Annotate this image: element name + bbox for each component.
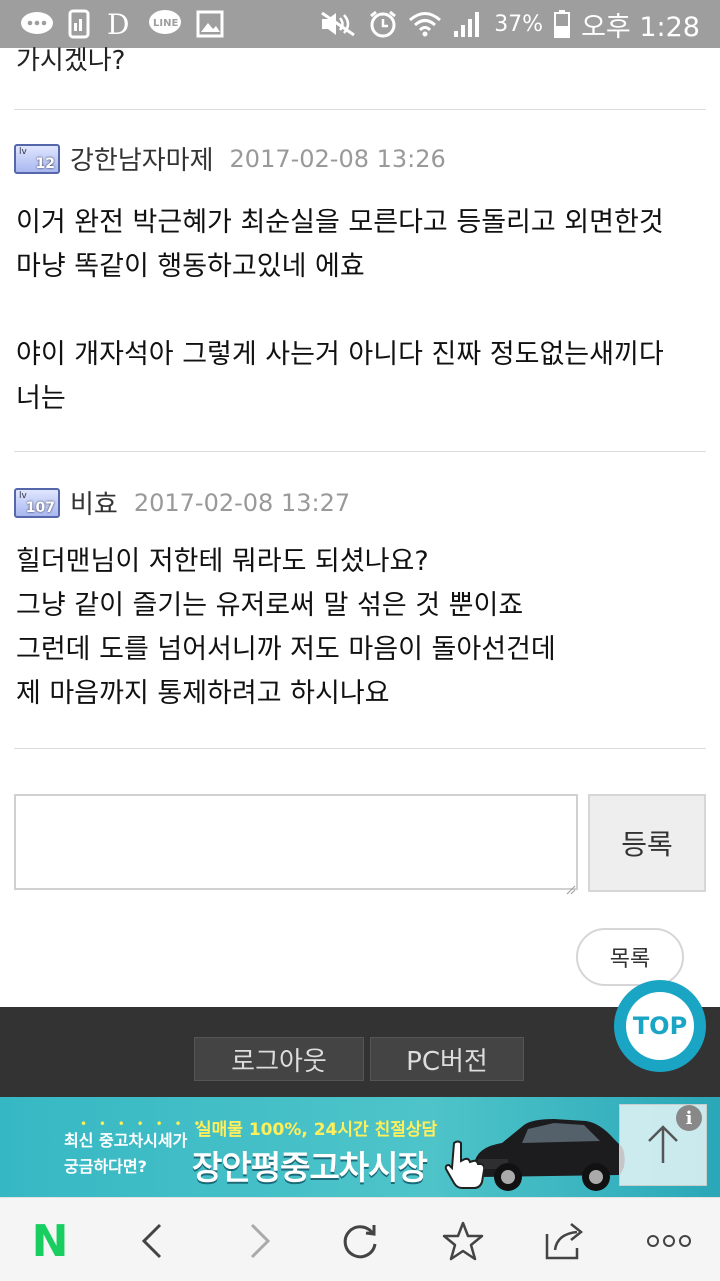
comment-nickname[interactable]: 강한남자마제	[70, 140, 214, 177]
status-time: 오후 1:28	[581, 11, 700, 43]
resize-grip-icon[interactable]	[566, 880, 576, 895]
svg-text:D: D	[107, 9, 129, 39]
car-image-icon	[468, 1103, 628, 1197]
chat-bubble-icon	[20, 10, 54, 38]
comment-header: lv 107 비효 2017-02-08 13:27	[14, 484, 350, 521]
pc-version-button[interactable]: PC버전	[370, 1037, 524, 1081]
share-icon[interactable]	[540, 1216, 590, 1266]
ad-info-icon[interactable]: i	[676, 1105, 702, 1131]
ad-text-line1: 최신 중고차시세가	[64, 1131, 188, 1150]
back-icon[interactable]	[128, 1216, 178, 1266]
comment-body: 힐더맨님이 저한테 뭐라도 되셨나요? 그냥 같이 즐기는 유저로써 말 섞은 …	[16, 546, 556, 709]
reload-icon[interactable]	[335, 1216, 385, 1266]
alarm-icon	[368, 9, 398, 39]
scroll-top-button[interactable]: TOP	[614, 980, 706, 1072]
forward-icon[interactable]	[234, 1216, 284, 1266]
comment-input[interactable]	[14, 794, 578, 890]
battery-percent: 37%	[494, 11, 544, 37]
previous-comment-tail: 가시겠나?	[16, 46, 126, 76]
line-icon: LINE	[148, 9, 182, 39]
ad-text-line2: 궁금하다면?	[64, 1157, 147, 1176]
list-button[interactable]: 목록	[576, 928, 684, 986]
svg-text:LINE: LINE	[153, 18, 178, 29]
signal-icon	[452, 9, 484, 39]
level-badge: lv 107	[14, 487, 60, 518]
submit-button[interactable]: 등록	[588, 794, 706, 892]
comment-nickname[interactable]: 비효	[70, 484, 118, 521]
footer: 로그아웃 PC버전	[0, 1007, 720, 1097]
ad-promo-text: 실매물 100%, 24시간 친절상담	[196, 1120, 438, 1140]
divider	[14, 109, 706, 110]
more-icon[interactable]	[644, 1216, 694, 1266]
divider	[14, 748, 706, 749]
comment-date: 2017-02-08 13:27	[133, 488, 351, 517]
bookmark-star-icon[interactable]	[438, 1216, 488, 1266]
comment-body: 이거 완전 박근혜가 최순실을 모른다고 등돌리고 외면한것 마냥 똑같이 행동…	[16, 207, 664, 414]
comment-header: lv 12 강한남자마제 2017-02-08 13:26	[14, 140, 446, 177]
browser-nav-bar: N	[0, 1197, 720, 1281]
image-icon	[196, 10, 224, 38]
ad-brand: 장안평중고차시장	[192, 1148, 428, 1187]
level-badge: lv 12	[14, 143, 60, 174]
daum-d-icon: D	[104, 9, 134, 39]
comment-date: 2017-02-08 13:26	[229, 144, 446, 173]
hand-cursor-icon	[440, 1139, 486, 1193]
ad-banner[interactable]: • • • • • • • 최신 중고차시세가 궁금하다면? 실매물 100%,…	[0, 1097, 720, 1197]
mute-icon	[318, 9, 358, 39]
battery-icon	[553, 9, 571, 39]
phone-icon	[68, 9, 90, 39]
logout-button[interactable]: 로그아웃	[194, 1037, 364, 1081]
wifi-icon	[408, 9, 442, 39]
naver-logo-icon[interactable]: N	[25, 1216, 75, 1267]
divider	[14, 451, 706, 452]
